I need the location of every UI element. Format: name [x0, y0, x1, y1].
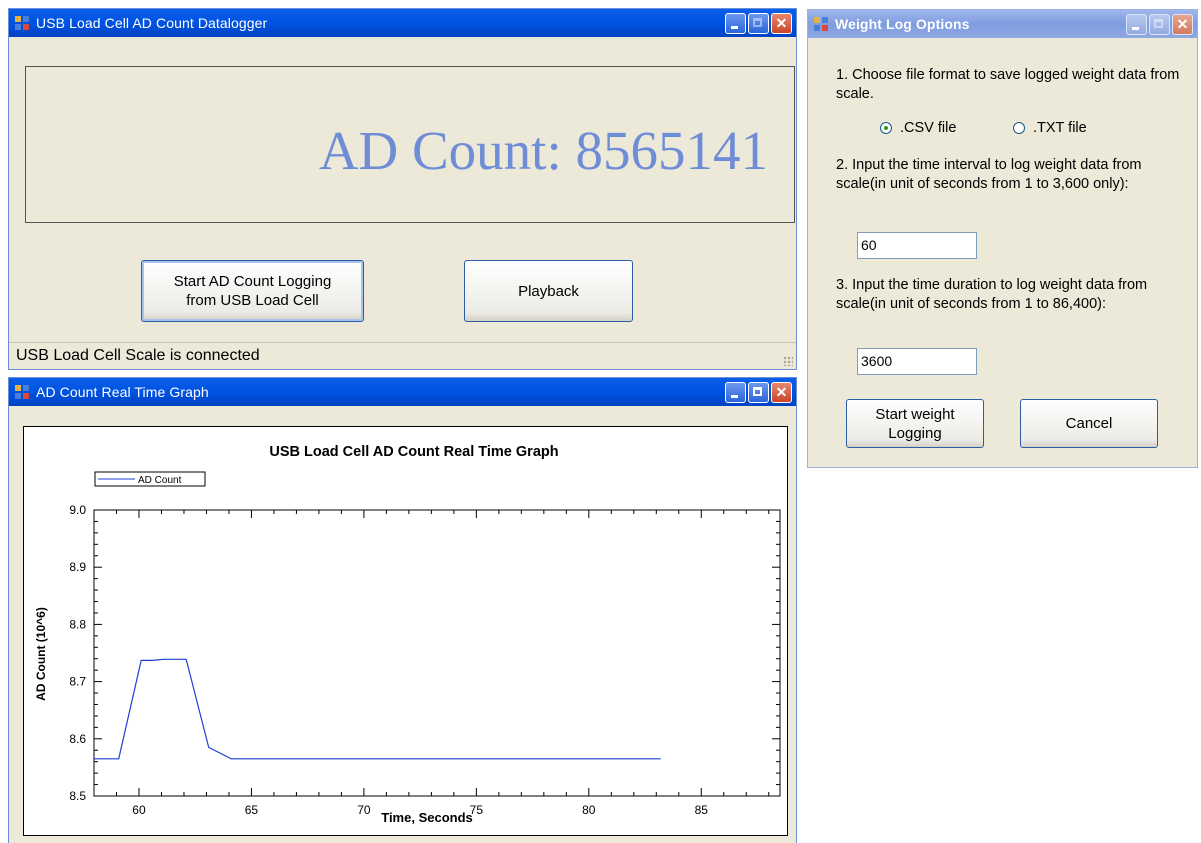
- start-weight-logging-button[interactable]: Start weight Logging: [846, 399, 984, 448]
- window-title: USB Load Cell AD Count Datalogger: [36, 15, 268, 31]
- txt-radio[interactable]: .TXT file: [1013, 120, 1087, 136]
- series-line-ad-count: [94, 658, 661, 760]
- x-tick-label: 70: [357, 803, 371, 817]
- csv-radio-label[interactable]: .CSV file: [900, 120, 956, 136]
- dialog-title: Weight Log Options: [835, 16, 970, 32]
- start-ad-logging-button[interactable]: Start AD Count Logging from USB Load Cel…: [141, 260, 364, 322]
- txt-radio-label[interactable]: .TXT file: [1033, 120, 1087, 136]
- y-tick-label: 8.9: [69, 560, 86, 574]
- status-text: USB Load Cell Scale is connected: [16, 347, 260, 364]
- y-tick-label: 8.8: [69, 617, 86, 631]
- step1-instruction: 1. Choose file format to save logged wei…: [836, 67, 1180, 102]
- step3-instruction: 3. Input the time duration to log weight…: [836, 277, 1148, 312]
- minimize-button[interactable]: [725, 382, 746, 403]
- maximize-button[interactable]: [1149, 14, 1170, 35]
- csv-radio-button[interactable]: [880, 122, 892, 134]
- x-tick-label: 60: [132, 803, 146, 817]
- minimize-button[interactable]: [1126, 14, 1147, 35]
- options-titlebar[interactable]: Weight Log Options: [808, 10, 1197, 38]
- y-axis-label: AD Count (10^6): [34, 607, 48, 701]
- legend: AD Count: [94, 471, 206, 487]
- chart-frame: USB Load Cell AD Count Real Time Graph A…: [23, 426, 788, 836]
- minimize-button[interactable]: [725, 13, 746, 34]
- ad-count-chart: USB Load Cell AD Count Real Time Graph A…: [34, 444, 781, 825]
- step2-instruction: 2. Input the time interval to log weight…: [836, 157, 1142, 192]
- app-icon: [814, 16, 829, 32]
- txt-radio-button[interactable]: [1013, 122, 1025, 134]
- x-axis-label: Time, Seconds: [381, 810, 473, 825]
- app-icon: [15, 384, 30, 400]
- maximize-button[interactable]: [748, 382, 769, 403]
- ad-count-readout: AD Count: 8565141: [318, 120, 768, 181]
- ad-count-display: AD Count: 8565141: [25, 66, 795, 223]
- window-title: AD Count Real Time Graph: [36, 384, 209, 400]
- datalogger-window: USB Load Cell AD Count Datalogger AD Cou…: [8, 8, 797, 370]
- maximize-button[interactable]: [748, 13, 769, 34]
- close-button[interactable]: [771, 382, 792, 403]
- plot-area: [93, 509, 781, 797]
- legend-label: AD Count: [138, 475, 182, 486]
- x-tick-label: 85: [695, 803, 709, 817]
- app-icon: [15, 15, 30, 31]
- weight-log-options-dialog: Weight Log Options 1. Choose file format…: [807, 9, 1198, 468]
- datalogger-titlebar[interactable]: USB Load Cell AD Count Datalogger: [9, 9, 796, 37]
- graph-window: AD Count Real Time Graph USB Load Cell A…: [8, 377, 797, 843]
- playback-button[interactable]: Playback: [464, 260, 633, 322]
- x-tick-label: 80: [582, 803, 596, 817]
- status-bar: USB Load Cell Scale is connected: [9, 342, 796, 369]
- interval-input[interactable]: 60: [857, 232, 977, 259]
- x-tick-label: 65: [245, 803, 259, 817]
- chart-title: USB Load Cell AD Count Real Time Graph: [269, 444, 558, 460]
- cancel-button[interactable]: Cancel: [1020, 399, 1158, 448]
- y-tick-label: 9.0: [69, 503, 86, 517]
- csv-radio[interactable]: .CSV file: [880, 120, 956, 136]
- y-tick-label: 8.5: [69, 789, 86, 803]
- graph-titlebar[interactable]: AD Count Real Time Graph: [9, 378, 796, 406]
- resize-grip-icon[interactable]: [783, 356, 793, 366]
- close-button[interactable]: [1172, 14, 1193, 35]
- close-button[interactable]: [771, 13, 792, 34]
- y-tick-label: 8.6: [69, 732, 86, 746]
- duration-input[interactable]: 3600: [857, 348, 977, 375]
- y-tick-label: 8.7: [69, 675, 86, 689]
